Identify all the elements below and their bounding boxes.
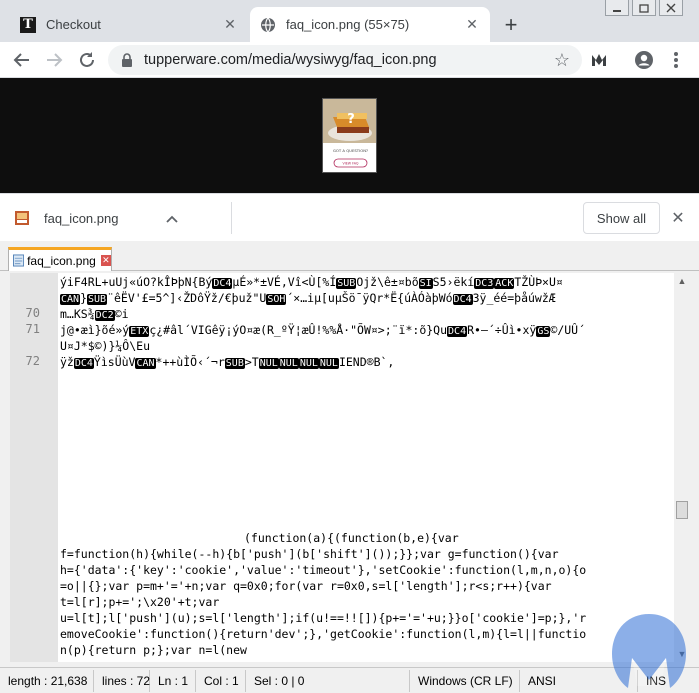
- new-tab-button[interactable]: +: [498, 12, 524, 38]
- image-file-icon: [15, 211, 29, 225]
- close-icon[interactable]: ✕: [462, 15, 482, 35]
- close-icon[interactable]: ✕: [220, 15, 240, 35]
- download-item[interactable]: faq_icon.png: [14, 202, 179, 234]
- menu-icon[interactable]: [664, 48, 688, 72]
- editor-tab-faq-icon[interactable]: faq_icon.png ✕: [8, 247, 112, 271]
- code-line: h={'data':{'key':'cookie','value':'timeo…: [60, 563, 587, 577]
- code-line: =o||{};var p=m+'='+n;var q=0x0;for(var r…: [60, 579, 552, 593]
- download-file-name: faq_icon.png: [44, 210, 119, 226]
- svg-text:?: ?: [347, 112, 355, 127]
- malwarebytes-logo-icon: [612, 614, 686, 688]
- lock-icon: [122, 53, 132, 67]
- code-line: t=l[r];p+=';\x20'+t;var: [60, 595, 220, 609]
- status-selection: Sel : 0 | 0: [246, 669, 410, 692]
- tab-faq-icon[interactable]: faq_icon.png (55×75) ✕: [250, 7, 490, 42]
- code-line: ÿžDC4ŸìsÜùVCAN*++ùÌÕ‹´¬rSUB>TNUL NUL NUL NU…: [60, 355, 395, 369]
- notepad-window: faq_icon.png ✕ 70 71 72 ýiF4RL+uUj«úO?kÎ…: [0, 241, 699, 693]
- forward-icon[interactable]: [42, 48, 66, 72]
- shelf-divider: [231, 202, 232, 234]
- close-icon[interactable]: ✕: [100, 255, 111, 266]
- code-line: f=function(h){while(--h){b['push'](b['sh…: [60, 547, 559, 561]
- faq-icon-image[interactable]: ? GOT A QUESTION? VIEW FAQ: [322, 98, 377, 173]
- restore-icon[interactable]: [632, 0, 656, 16]
- status-length: length : 21,638: [0, 669, 94, 692]
- editor-tab-label: faq_icon.png: [27, 253, 96, 268]
- line-number: 70: [25, 306, 40, 320]
- status-lines: lines : 72: [94, 669, 150, 692]
- reload-icon[interactable]: [75, 48, 99, 72]
- close-icon[interactable]: ✕: [668, 208, 688, 228]
- address-bar[interactable]: tupperware.com/media/wysiwyg/faq_icon.pn…: [108, 45, 582, 75]
- show-all-button[interactable]: Show all: [583, 202, 660, 234]
- scrollbar-thumb[interactable]: [676, 501, 688, 519]
- extension-icon[interactable]: [587, 48, 611, 72]
- tab-title: faq_icon.png (55×75): [286, 17, 410, 32]
- image-viewer: ? GOT A QUESTION? VIEW FAQ: [0, 78, 699, 193]
- tab-strip: T Checkout ✕ faq_icon.png (55×75) ✕ +: [0, 0, 699, 42]
- line-number: 71: [25, 322, 40, 336]
- thumb-caption: GOT A QUESTION?: [333, 148, 368, 153]
- code-line: n(p){return p;};var n=l(new: [60, 643, 247, 657]
- tab-checkout[interactable]: T Checkout ✕: [8, 7, 248, 42]
- globe-icon: [261, 17, 275, 32]
- code-line: u=l[t];l['push'](u);s=l['length'];if(u!=…: [60, 611, 587, 625]
- tupperware-favicon-icon: T: [20, 16, 36, 33]
- document-icon: [13, 254, 25, 267]
- thumb-button: VIEW FAQ: [342, 162, 358, 166]
- tab-title: Checkout: [46, 17, 101, 32]
- url-text: tupperware.com/media/wysiwyg/faq_icon.pn…: [144, 52, 437, 68]
- status-bar: length : 21,638 lines : 72 Ln : 1 Col : …: [0, 667, 699, 693]
- status-column: Col : 1: [196, 669, 246, 692]
- text-editor[interactable]: 70 71 72 ýiF4RL+uUj«úO?kÎÞþN{BýDC4µÉ»*±V…: [10, 273, 674, 662]
- code-line: emoveCookie':function(){return'dev';},'g…: [60, 627, 587, 641]
- window-close-icon[interactable]: [659, 0, 683, 16]
- bookmark-star-icon[interactable]: ☆: [554, 50, 570, 71]
- minimize-icon[interactable]: [605, 0, 629, 16]
- code-line: (function(a){(function(b,e){var: [244, 531, 459, 545]
- code-line: U¤J*$©)}¼Ô\Eu: [60, 339, 151, 353]
- browser-toolbar: tupperware.com/media/wysiwyg/faq_icon.pn…: [0, 42, 699, 78]
- back-icon[interactable]: [10, 48, 34, 72]
- editor-tab-bar: faq_icon.png ✕: [0, 247, 699, 271]
- line-number: 72: [25, 354, 40, 368]
- window-controls: [602, 0, 683, 16]
- status-line: Ln : 1: [150, 669, 196, 692]
- status-eol[interactable]: Windows (CR LF): [410, 669, 520, 692]
- download-shelf: faq_icon.png Show all ✕: [0, 193, 699, 241]
- scroll-up-icon[interactable]: ▲: [674, 273, 690, 289]
- vertical-scrollbar[interactable]: ▲ ▼: [674, 273, 690, 662]
- profile-avatar-icon[interactable]: [632, 48, 656, 72]
- chevron-up-icon[interactable]: [166, 211, 179, 226]
- code-line: CAN}SUB¨êËV'£=5^]‹ŽDôŸž/€þuž"USOH´×…iµ[u…: [60, 291, 556, 305]
